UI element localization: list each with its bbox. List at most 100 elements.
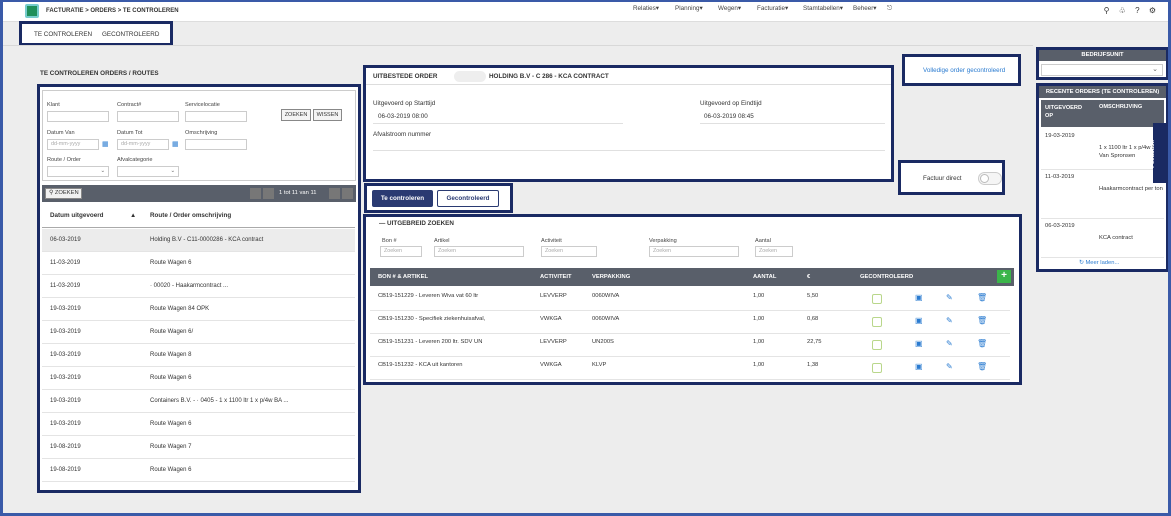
table-row[interactable]: 19-03-2019 Containers B.V. - · 0405 - 1 x…	[42, 390, 355, 413]
delete-icon[interactable]: 🗑	[977, 339, 987, 348]
table-row[interactable]: 19-03-2019 Route Wagen 6	[42, 413, 355, 436]
menu-facturatie[interactable]: Facturatie▾	[757, 5, 788, 12]
app-logo[interactable]	[25, 4, 39, 18]
next-page-button[interactable]	[329, 188, 340, 199]
menu-stamtabellen[interactable]: Stamtabellen▾	[803, 5, 843, 12]
uitgebreid-zoeken-title[interactable]: — UITGEBREID ZOEKEN	[379, 220, 454, 227]
bon-search-input[interactable]: Zoeken	[380, 246, 422, 257]
last-page-button[interactable]	[342, 188, 353, 199]
servicelocatie-label: Servicelocatie	[185, 102, 220, 108]
bedrijfsunit-select[interactable]: ⌄	[1041, 64, 1163, 76]
recent-row[interactable]: 06-03-2019 KCA contract	[1041, 220, 1164, 258]
aantal-search-input[interactable]: Zoeken	[755, 246, 793, 257]
table-row[interactable]: 19-03-2019 Route Wagen 6	[42, 367, 355, 390]
activiteit-label: Activiteit	[541, 238, 562, 244]
datum-van-input[interactable]: dd-mm-yyyy	[47, 139, 99, 150]
delete-icon[interactable]: 🗑	[977, 293, 987, 302]
contract-input[interactable]	[117, 111, 179, 122]
line-euro: 1,38	[807, 362, 819, 368]
table-row[interactable]: 11-03-2019 · 00020 - Haakarmcontract ...	[42, 275, 355, 298]
artikel-search-input[interactable]: Zoeken	[434, 246, 524, 257]
table-row[interactable]: 19-08-2019 Route Wagen 7	[42, 436, 355, 459]
line-verpakking: 0060WIVA	[592, 316, 620, 322]
tab-gecontroleerd[interactable]: GECONTROLEERD	[102, 31, 159, 38]
edit-icon[interactable]: ✎	[946, 293, 953, 302]
save-icon[interactable]: ▣	[915, 362, 923, 371]
calendar-icon[interactable]: ▦	[102, 140, 109, 148]
menu-relaties[interactable]: Relaties▾	[633, 5, 659, 12]
search-icon[interactable]: ⚲	[1104, 6, 1110, 15]
recent-row[interactable]: 19-03-2019 1 x 1100 ltr 1 x p/4w BA Van S…	[1041, 130, 1164, 170]
orders-list: Datum uitgevoerd ▲ Route / Order omschri…	[42, 202, 356, 490]
feedback-tab[interactable]: Feedback	[1150, 123, 1166, 183]
route-order-select[interactable]: ⌄	[47, 166, 109, 177]
edit-icon[interactable]: ✎	[946, 339, 953, 348]
line-row: CB19-151231 - Leveren 200 ltr. SDV UN LEV…	[370, 334, 1010, 357]
gecontroleerd-checkbox[interactable]	[872, 294, 882, 304]
te-controleren-button[interactable]: Te controleren	[372, 190, 433, 207]
table-row[interactable]: 06-03-2019 Holding B.V - C11-0000286 - KC…	[42, 229, 355, 252]
line-euro: 5,50	[807, 293, 819, 299]
gecontroleerd-checkbox[interactable]	[872, 363, 882, 373]
list-zoeken-button[interactable]: ⚲ ZOEKEN	[45, 188, 82, 199]
bedrijfsunit-box: BEDRIJFSUNIT ⌄	[1036, 47, 1168, 80]
logout-icon[interactable]: ⎋	[887, 5, 892, 13]
factuur-label: Factuur direct	[923, 175, 962, 182]
add-line-button[interactable]: +	[997, 270, 1011, 283]
start-value: 06-03-2019 08:00	[378, 113, 428, 120]
bell-icon[interactable]: ♧	[1119, 6, 1126, 15]
row-date: 19-08-2019	[50, 467, 81, 473]
datum-tot-input[interactable]: dd-mm-yyyy	[117, 139, 169, 150]
line-row: CB19-151232 - KCA uit kantoren VWKGA KLVP 1…	[370, 357, 1010, 380]
delete-icon[interactable]: 🗑	[977, 316, 987, 325]
table-row[interactable]: 19-03-2019 Route Wagen 84 OPK	[42, 298, 355, 321]
settings-icon[interactable]: ⚙	[1149, 6, 1156, 15]
redacted-block	[454, 71, 486, 82]
activiteit-search-input[interactable]: Zoeken	[541, 246, 597, 257]
edit-icon[interactable]: ✎	[946, 362, 953, 371]
servicelocatie-input[interactable]	[185, 111, 247, 122]
table-row[interactable]: 19-03-2019 Route Wagen 8	[42, 344, 355, 367]
verpakking-search-input[interactable]: Zoeken	[649, 246, 739, 257]
delete-icon[interactable]: 🗑	[977, 362, 987, 371]
status-buttons-box: Te controleren Gecontroleerd	[364, 183, 513, 213]
help-icon[interactable]: ?	[1135, 6, 1139, 15]
line-bon: CB19-151231 - Leveren 200 ltr. SDV UN	[378, 339, 483, 345]
edit-icon[interactable]: ✎	[946, 316, 953, 325]
menu-planning[interactable]: Planning▾	[675, 5, 703, 12]
tab-te-controleren[interactable]: TE CONTROLEREN	[34, 31, 92, 38]
line-bon: CB19-151230 - Specifiek ziekenhuisafval,	[378, 316, 486, 322]
menu-beheer[interactable]: Beheer▾	[853, 5, 876, 12]
prev-page-button[interactable]	[263, 188, 274, 199]
end-label: Uitgevoerd op Eindtijd	[700, 100, 762, 107]
omschrijving-input[interactable]	[185, 139, 247, 150]
sort-asc-icon[interactable]: ▲	[130, 212, 136, 219]
wissen-button[interactable]: WISSEN	[313, 109, 342, 121]
save-icon[interactable]: ▣	[915, 293, 923, 302]
line-verpakking: 0060WIVA	[592, 293, 620, 299]
recent-date: 11-03-2019	[1045, 174, 1075, 180]
menu-wegen[interactable]: Wegen▾	[718, 5, 741, 12]
first-page-button[interactable]	[250, 188, 261, 199]
recent-date: 06-03-2019	[1045, 223, 1075, 229]
gecontroleerd-checkbox[interactable]	[872, 340, 882, 350]
recent-header: UITGEVOERD OP OMSCHRIJVING	[1041, 100, 1164, 127]
recent-row[interactable]: 11-03-2019 Haakarmcontract per ton	[1041, 171, 1164, 219]
save-icon[interactable]: ▣	[915, 316, 923, 325]
save-icon[interactable]: ▣	[915, 339, 923, 348]
col-datum-uitgevoerd[interactable]: Datum uitgevoerd	[50, 212, 104, 219]
table-row[interactable]: 19-03-2019 Route Wagen 6/	[42, 321, 355, 344]
gecontroleerd-checkbox[interactable]	[872, 317, 882, 327]
factuur-toggle[interactable]	[978, 172, 1002, 185]
table-row[interactable]: 19-08-2019 Route Wagen 6	[42, 459, 355, 482]
col-route-order[interactable]: Route / Order omschrijving	[150, 212, 231, 219]
volledig-order-link[interactable]: Volledige order gecontroleerd	[923, 67, 1005, 74]
meer-laden-link[interactable]: ↻ Meer laden...	[1079, 260, 1119, 266]
gecontroleerd-button[interactable]: Gecontroleerd	[437, 190, 499, 207]
calendar-icon[interactable]: ▦	[172, 140, 179, 148]
klant-input[interactable]	[47, 111, 109, 122]
datum-van-label: Datum Van	[47, 130, 75, 136]
afvalcategorie-select[interactable]: ⌄	[117, 166, 179, 177]
zoeken-button[interactable]: ZOEKEN	[281, 109, 311, 121]
table-row[interactable]: 11-03-2019 Route Wagen 6	[42, 252, 355, 275]
